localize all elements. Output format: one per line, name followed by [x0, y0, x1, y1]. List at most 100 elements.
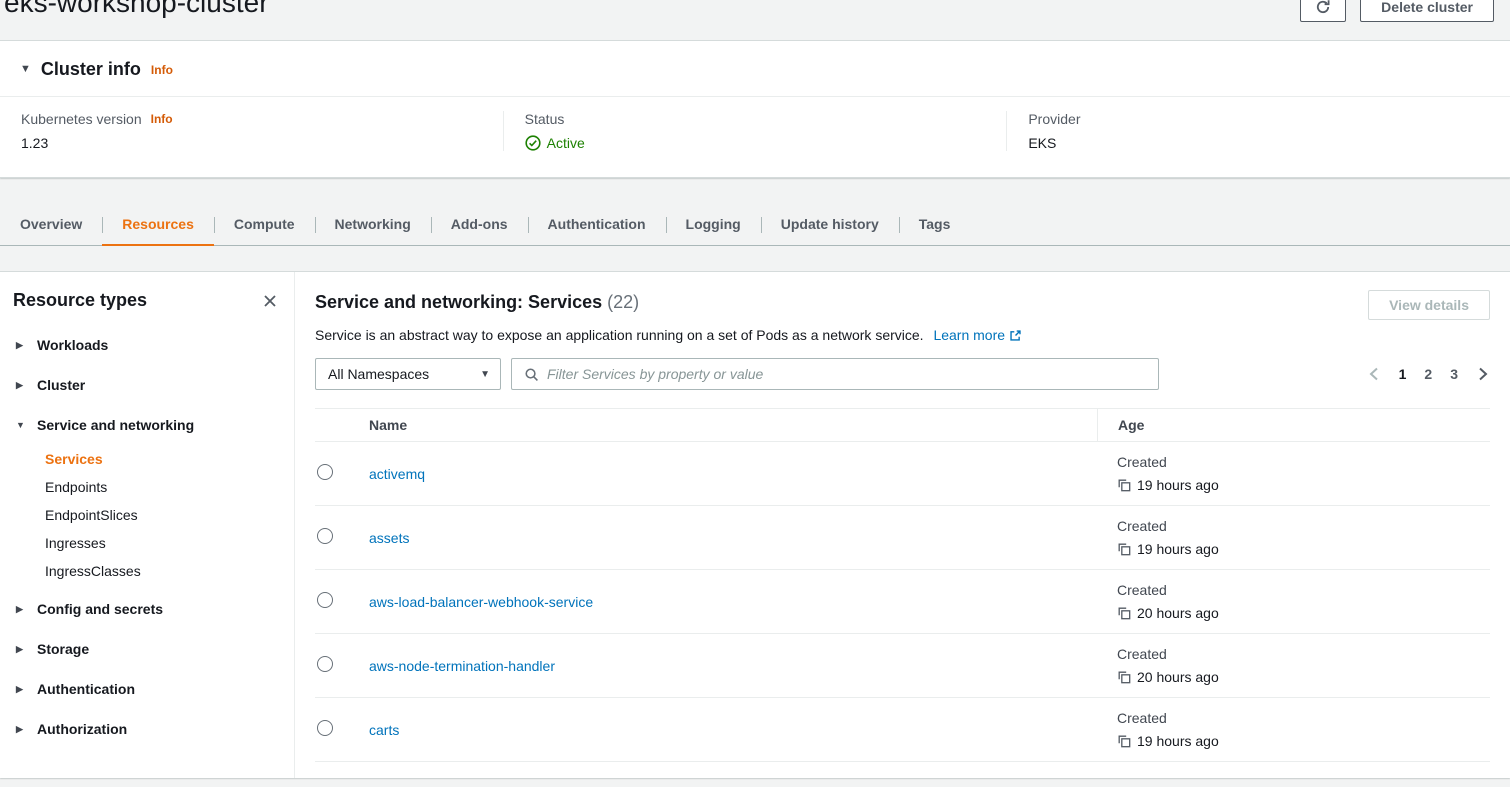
tab-networking[interactable]: Networking: [315, 204, 431, 245]
view-details-button[interactable]: View details: [1368, 290, 1490, 320]
sidebar-item-label: Endpoints: [45, 479, 107, 495]
created-label: Created: [1117, 517, 1490, 535]
age-value: 19 hours ago: [1137, 732, 1219, 750]
pagination-page-3[interactable]: 3: [1450, 366, 1458, 382]
table-header-row: Name Age: [315, 408, 1490, 442]
sidebar-item-services[interactable]: Services: [45, 445, 280, 473]
table-row[interactable]: aws-node-termination-handler Created 20 …: [315, 634, 1490, 698]
sidebar-group-workloads[interactable]: ▶ Workloads: [13, 325, 280, 365]
search-icon: [524, 367, 539, 382]
row-select-cell: [315, 720, 369, 739]
created-label: Created: [1117, 581, 1490, 599]
table-row-partial[interactable]: Created: [315, 762, 1490, 778]
caret-right-icon: ▶: [16, 381, 26, 390]
table-row[interactable]: assets Created 19 hours ago: [315, 506, 1490, 570]
pagination-page-2[interactable]: 2: [1424, 366, 1432, 382]
learn-more-text: Learn more: [933, 326, 1005, 344]
sidebar-item-label: Services: [45, 451, 103, 467]
cluster-info-fields: Kubernetes version Info 1.23 Status Acti…: [0, 97, 1510, 177]
table-row[interactable]: carts Created 19 hours ago: [315, 698, 1490, 762]
kubernetes-version-info-link[interactable]: Info: [151, 112, 173, 126]
sidebar-item-label: Ingresses: [45, 535, 106, 551]
external-link-icon: [1009, 329, 1022, 342]
age-value: 20 hours ago: [1137, 604, 1219, 622]
provider-value: EKS: [1028, 135, 1489, 151]
cluster-info-info-link[interactable]: Info: [151, 63, 173, 77]
row-name-cell: assets: [369, 530, 1097, 546]
sidebar-group-label: Config and secrets: [37, 601, 163, 617]
row-select-cell: [315, 592, 369, 611]
service-link[interactable]: carts: [369, 722, 399, 738]
age-value: 20 hours ago: [1137, 668, 1219, 686]
services-table: Name Age activemq Created 19 hours ago: [315, 408, 1490, 778]
services-description-text: Service is an abstract way to expose an …: [315, 327, 924, 343]
service-link[interactable]: aws-node-termination-handler: [369, 658, 555, 674]
age-value: 19 hours ago: [1137, 540, 1219, 558]
chevron-left-icon: [1369, 367, 1379, 381]
age-column-header[interactable]: Age: [1097, 409, 1490, 441]
service-networking-children: Services Endpoints EndpointSlices Ingres…: [13, 445, 280, 585]
chevron-right-icon: [1478, 367, 1488, 381]
collapse-caret-icon[interactable]: ▼: [20, 64, 31, 75]
namespace-select[interactable]: All Namespaces ▼: [315, 358, 501, 390]
page-header: eks-workshop-cluster Delete cluster: [0, 0, 1510, 40]
sidebar-group-authorization[interactable]: ▶ Authorization: [13, 709, 280, 749]
pagination-prev-button[interactable]: [1367, 365, 1381, 383]
row-select-cell: [315, 656, 369, 675]
delete-cluster-button[interactable]: Delete cluster: [1360, 0, 1494, 22]
sidebar-group-label: Service and networking: [37, 417, 194, 433]
status-active-icon: [525, 135, 541, 151]
tab-overview[interactable]: Overview: [0, 204, 102, 245]
tab-add-ons[interactable]: Add-ons: [431, 204, 528, 245]
services-title-text: Service and networking: Services: [315, 292, 602, 312]
sidebar-group-service-and-networking[interactable]: ▼ Service and networking: [13, 405, 280, 445]
row-age-cell: Created 20 hours ago: [1097, 645, 1490, 686]
sidebar-group-storage[interactable]: ▶ Storage: [13, 629, 280, 669]
learn-more-link[interactable]: Learn more: [933, 326, 1022, 344]
copy-icon[interactable]: [1117, 734, 1131, 748]
row-radio[interactable]: [317, 592, 333, 608]
service-link[interactable]: activemq: [369, 466, 425, 482]
tab-compute[interactable]: Compute: [214, 204, 315, 245]
copy-icon[interactable]: [1117, 542, 1131, 556]
row-radio[interactable]: [317, 464, 333, 480]
name-column-header[interactable]: Name: [369, 417, 1097, 433]
copy-icon[interactable]: [1117, 670, 1131, 684]
tab-update-history[interactable]: Update history: [761, 204, 899, 245]
age-value: 19 hours ago: [1137, 476, 1219, 494]
search-input[interactable]: [547, 366, 1146, 382]
row-radio[interactable]: [317, 528, 333, 544]
created-label: Created: [1117, 453, 1490, 471]
copy-icon[interactable]: [1117, 606, 1131, 620]
copy-icon[interactable]: [1117, 478, 1131, 492]
sidebar-title: Resource types: [13, 290, 147, 311]
close-icon: [262, 293, 278, 309]
refresh-button[interactable]: [1300, 0, 1346, 22]
pagination-next-button[interactable]: [1476, 365, 1490, 383]
sidebar-group-cluster[interactable]: ▶ Cluster: [13, 365, 280, 405]
table-row[interactable]: activemq Created 19 hours ago: [315, 442, 1490, 506]
sidebar-group-authentication[interactable]: ▶ Authentication: [13, 669, 280, 709]
tab-logging[interactable]: Logging: [666, 204, 761, 245]
cluster-tabs: Overview Resources Compute Networking Ad…: [0, 204, 1510, 246]
row-select-cell: [315, 528, 369, 547]
service-link[interactable]: assets: [369, 530, 409, 546]
row-radio[interactable]: [317, 720, 333, 736]
tab-resources[interactable]: Resources: [102, 204, 214, 245]
caret-right-icon: ▶: [16, 685, 26, 694]
sidebar-item-ingresses[interactable]: Ingresses: [45, 529, 280, 557]
row-radio[interactable]: [317, 656, 333, 672]
tab-authentication[interactable]: Authentication: [528, 204, 666, 245]
sidebar-item-ingressclasses[interactable]: IngressClasses: [45, 557, 280, 585]
sidebar-item-endpoints[interactable]: Endpoints: [45, 473, 280, 501]
sidebar-group-label: Cluster: [37, 377, 85, 393]
sidebar-item-endpointslices[interactable]: EndpointSlices: [45, 501, 280, 529]
service-link[interactable]: aws-load-balancer-webhook-service: [369, 594, 593, 610]
sidebar-group-label: Workloads: [37, 337, 108, 353]
sidebar-close-button[interactable]: [260, 291, 280, 311]
pagination-page-1[interactable]: 1: [1399, 366, 1407, 382]
table-row[interactable]: aws-load-balancer-webhook-service Create…: [315, 570, 1490, 634]
sidebar-group-config-and-secrets[interactable]: ▶ Config and secrets: [13, 589, 280, 629]
tab-tags[interactable]: Tags: [899, 204, 971, 245]
namespace-select-value: All Namespaces: [328, 366, 429, 382]
